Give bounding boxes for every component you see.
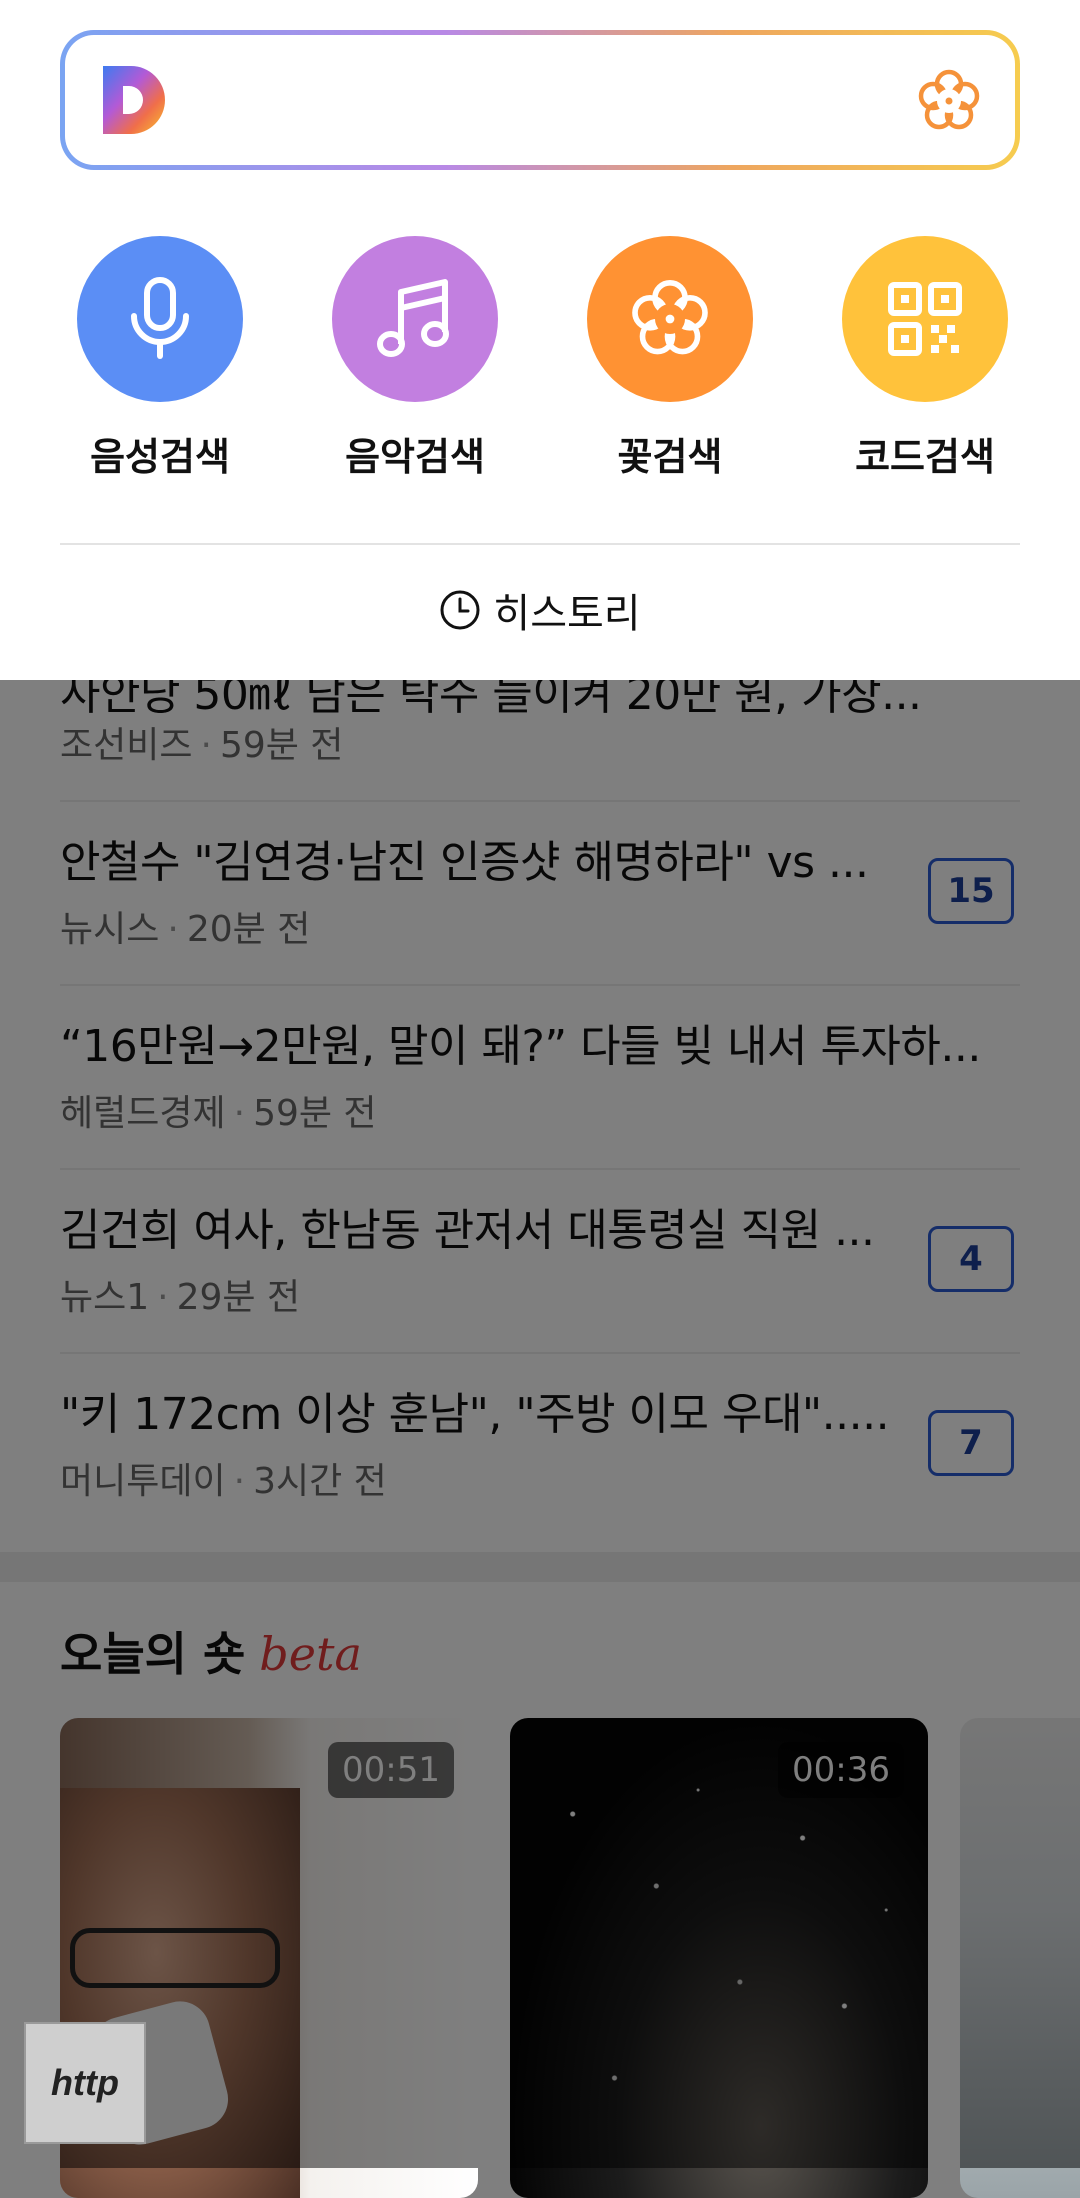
flower-search-icon[interactable] bbox=[913, 65, 985, 137]
code-search-circle bbox=[842, 236, 1008, 402]
microphone-icon bbox=[131, 277, 189, 359]
flower-search-label: 꽃검색 bbox=[617, 435, 723, 479]
music-search-button[interactable]: 음악검색 bbox=[315, 236, 515, 486]
divider bbox=[60, 543, 1020, 545]
music-note-icon bbox=[377, 279, 449, 357]
daum-logo-icon bbox=[103, 66, 165, 134]
search-panel: 음성검색 음악검색 꽃검색 코드검색 히스토리 bbox=[0, 0, 1080, 680]
search-box[interactable] bbox=[60, 30, 1020, 170]
flower-icon bbox=[632, 279, 708, 355]
qr-code-icon bbox=[888, 282, 962, 356]
code-search-button[interactable]: 코드검색 bbox=[825, 236, 1025, 486]
music-search-circle bbox=[332, 236, 498, 402]
history-button[interactable]: 히스토리 bbox=[0, 580, 1080, 640]
history-label: 히스토리 bbox=[493, 591, 641, 637]
http-overlay-button[interactable]: http bbox=[24, 2022, 146, 2144]
search-input[interactable] bbox=[195, 55, 839, 147]
voice-search-button[interactable]: 음성검색 bbox=[60, 236, 260, 486]
code-search-label: 코드검색 bbox=[855, 435, 995, 479]
voice-search-circle bbox=[77, 236, 243, 402]
search-box-inner bbox=[65, 35, 1015, 165]
flower-search-circle bbox=[587, 236, 753, 402]
music-search-label: 음악검색 bbox=[345, 435, 485, 479]
voice-search-label: 음성검색 bbox=[90, 435, 230, 479]
clock-icon bbox=[440, 590, 480, 630]
flower-search-button[interactable]: 꽃검색 bbox=[570, 236, 770, 486]
